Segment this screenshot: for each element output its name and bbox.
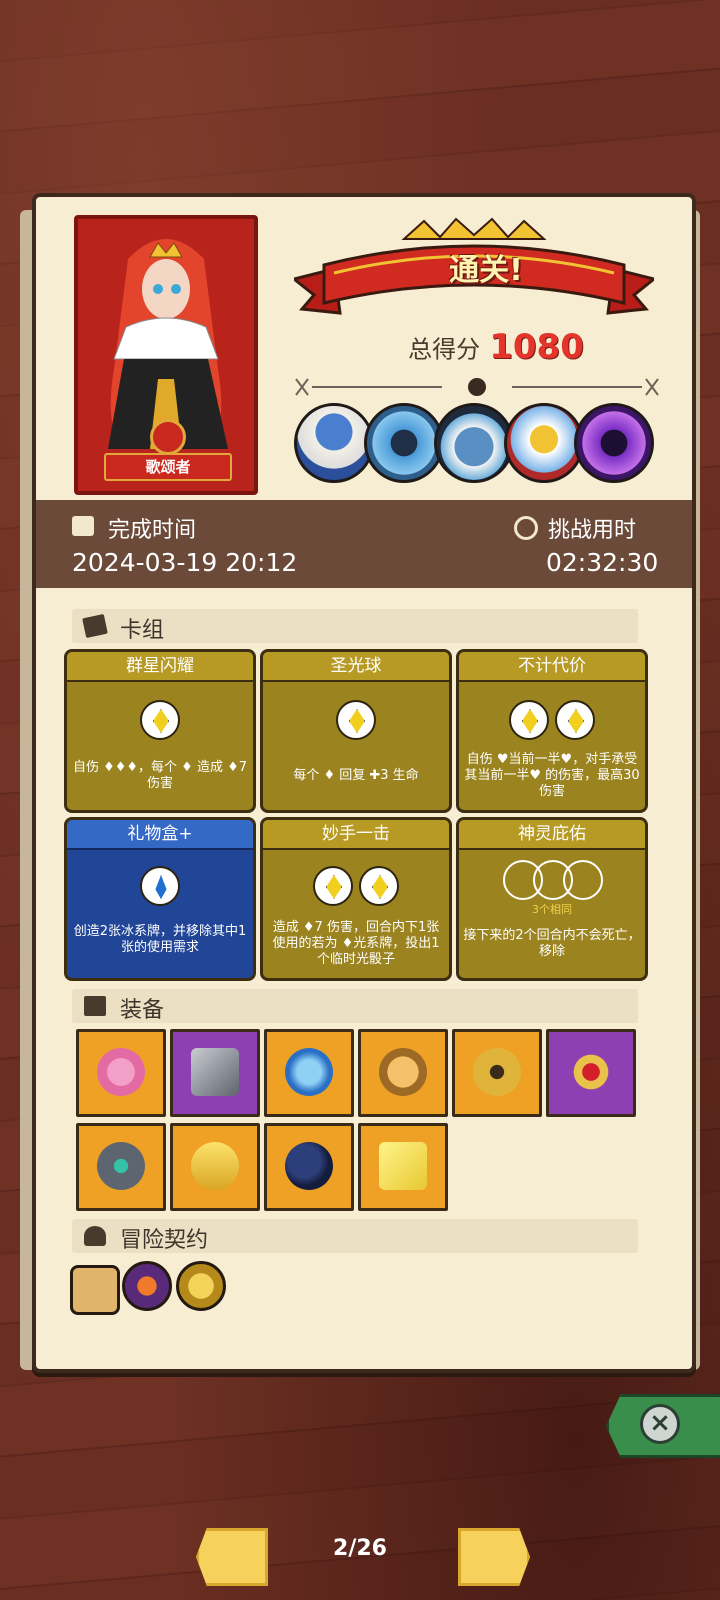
result-panel: 歌颂者 通关! 总得分 1080 完成时间 2024-03-19 20:12 挑… bbox=[32, 193, 696, 1373]
close-icon[interactable]: × bbox=[640, 1404, 680, 1444]
challenge-time-label: 挑战用时 bbox=[548, 518, 637, 543]
rune-stone-icon bbox=[97, 1142, 145, 1190]
light-dice-slot-icon bbox=[359, 866, 399, 906]
card-title: 妙手一击 bbox=[263, 820, 449, 850]
person-icon bbox=[84, 1226, 106, 1246]
equipment-slot[interactable] bbox=[264, 1029, 354, 1117]
light-dice-slot-icon bbox=[509, 700, 549, 740]
stopwatch-icon bbox=[514, 516, 538, 540]
box-icon bbox=[84, 996, 106, 1016]
light-dice-slot-icon bbox=[336, 700, 376, 740]
card-description: 自伤 ♦♦♦，每个 ♦ 造成 ♦7 伤害 bbox=[72, 760, 248, 791]
empty-slot-icon bbox=[563, 860, 603, 900]
score-value: 1080 bbox=[489, 327, 584, 367]
card-description: 创造2张冰系牌，并移除其中1张的使用需求 bbox=[73, 924, 247, 955]
card-title: 圣光球 bbox=[263, 652, 449, 682]
golden-crown-icon bbox=[191, 1142, 239, 1190]
fish-monster-icon bbox=[434, 403, 514, 483]
calendar-icon bbox=[72, 516, 94, 536]
deck-card[interactable]: 群星闪耀 自伤 ♦♦♦，每个 ♦ 造成 ♦7 伤害 bbox=[64, 649, 256, 813]
deck-section-header: 卡组 bbox=[72, 609, 638, 643]
hero-emblem-icon bbox=[150, 419, 186, 455]
equipment-slot[interactable] bbox=[358, 1029, 448, 1117]
card-title: 不计代价 bbox=[459, 652, 645, 682]
equipment-slot[interactable] bbox=[170, 1123, 260, 1211]
golden-amulet-icon bbox=[473, 1048, 521, 1096]
hero-portrait: 歌颂者 bbox=[74, 215, 258, 495]
card-title: 神灵庇佑 bbox=[459, 820, 645, 850]
deck-card[interactable]: 妙手一击 造成 ♦7 伤害，回合内下1张使用的若为 ♦光系牌，投出1个临时光骰子 bbox=[260, 817, 452, 981]
light-dice-slot-icon bbox=[140, 700, 180, 740]
equipment-slot[interactable] bbox=[76, 1123, 166, 1211]
equipment-heading: 装备 bbox=[120, 998, 165, 1023]
spiked-orb-icon bbox=[285, 1048, 333, 1096]
card-title: 群星闪耀 bbox=[67, 652, 253, 682]
stone-cube-icon bbox=[191, 1048, 239, 1096]
deck-card[interactable]: 不计代价 自伤 ♥当前一半♥，对手承受其当前一半♥ 的伤害，最高30伤害 bbox=[456, 649, 648, 813]
ruby-ring-icon bbox=[567, 1048, 615, 1096]
boss-list bbox=[294, 403, 664, 483]
plague-mask-icon bbox=[285, 1142, 333, 1190]
score: 总得分 1080 bbox=[376, 327, 616, 367]
score-label: 总得分 bbox=[408, 335, 481, 364]
equipment-section-header: 装备 bbox=[72, 989, 638, 1023]
shadow-demon-icon bbox=[574, 403, 654, 483]
mushroom-wizard-icon bbox=[294, 403, 374, 483]
contract-heading: 冒险契约 bbox=[120, 1228, 209, 1253]
scroll-icon[interactable] bbox=[70, 1265, 120, 1315]
equipment-slot[interactable] bbox=[452, 1029, 542, 1117]
card-subtitle: 3个相同 bbox=[532, 903, 572, 916]
card-description: 造成 ♦7 伤害，回合内下1张使用的若为 ♦光系牌，投出1个临时光骰子 bbox=[272, 920, 440, 967]
yellow-dice-icon bbox=[379, 1142, 427, 1190]
light-dice-slot-icon bbox=[555, 700, 595, 740]
next-page-button[interactable] bbox=[458, 1528, 530, 1586]
campfire-icon[interactable] bbox=[122, 1261, 172, 1311]
lion-ring-icon bbox=[379, 1048, 427, 1096]
card-description: 每个 ♦ 回复 ✚3 生命 bbox=[293, 768, 419, 783]
equipment-slot[interactable] bbox=[264, 1123, 354, 1211]
equipment-slot[interactable] bbox=[546, 1029, 636, 1117]
deck-card[interactable]: 神灵庇佑 3个相同 接下来的2个回合内不会死亡，移除 bbox=[456, 817, 648, 981]
prev-page-button[interactable] bbox=[196, 1528, 268, 1586]
page-indicator: 2/26 bbox=[333, 1536, 387, 1561]
deck-card[interactable]: 礼物盒+ 创造2张冰系牌，并移除其中1张的使用需求 bbox=[64, 817, 256, 981]
deck-card[interactable]: 圣光球 每个 ♦ 回复 ✚3 生命 bbox=[260, 649, 452, 813]
card-title: 礼物盒+ bbox=[67, 820, 253, 850]
equipment-slot[interactable] bbox=[170, 1029, 260, 1117]
boss-divider bbox=[295, 378, 659, 396]
complete-time-label: 完成时间 bbox=[108, 518, 197, 543]
cards-icon bbox=[82, 613, 108, 639]
hero-name: 歌颂者 bbox=[104, 453, 232, 481]
lotus-flower-icon bbox=[97, 1048, 145, 1096]
equipment-slot[interactable] bbox=[76, 1029, 166, 1117]
armored-king-icon bbox=[504, 403, 584, 483]
time-info-bar: 完成时间 2024-03-19 20:12 挑战用时 02:32:30 bbox=[36, 500, 692, 588]
card-description: 自伤 ♥当前一半♥，对手承受其当前一半♥ 的伤害，最高30伤害 bbox=[464, 752, 640, 799]
crab-king-icon bbox=[364, 403, 444, 483]
water-dice-slot-icon bbox=[140, 866, 180, 906]
gold-coin-icon[interactable] bbox=[176, 1261, 226, 1311]
equipment-slot[interactable] bbox=[358, 1123, 448, 1211]
complete-time-value: 2024-03-19 20:12 bbox=[72, 548, 298, 577]
victory-text: 通关! bbox=[449, 253, 523, 288]
contract-section-header: 冒险契约 bbox=[72, 1219, 638, 1253]
light-dice-slot-icon bbox=[313, 866, 353, 906]
card-description: 接下来的2个回合内不会死亡，移除 bbox=[463, 928, 641, 959]
challenge-time-value: 02:32:30 bbox=[546, 548, 659, 577]
deck-heading: 卡组 bbox=[120, 618, 165, 643]
